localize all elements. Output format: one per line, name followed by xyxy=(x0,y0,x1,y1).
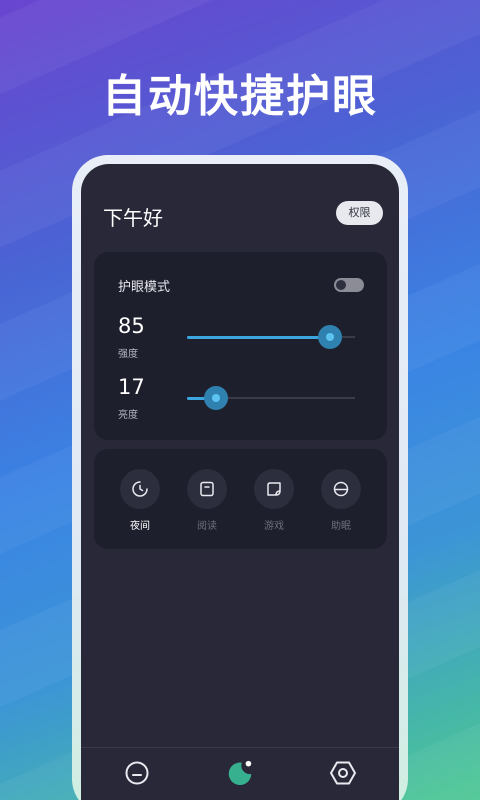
book-icon xyxy=(187,469,227,509)
mode-sleep[interactable]: 助眠 xyxy=(311,469,371,532)
mode-label: 游戏 xyxy=(264,521,284,532)
moon-icon xyxy=(228,760,252,786)
intensity-value: 85 xyxy=(118,314,145,338)
permission-button[interactable]: 权限 xyxy=(336,201,383,225)
brightness-value: 17 xyxy=(118,375,145,399)
brightness-slider-thumb[interactable] xyxy=(203,386,228,410)
nav-item-eye-care[interactable] xyxy=(225,758,255,788)
bottom-nav xyxy=(81,747,399,800)
intensity-slider-fill xyxy=(187,335,330,339)
mode-card: 夜间 阅读 游戏 助眠 xyxy=(94,449,387,549)
mode-reading[interactable]: 阅读 xyxy=(177,469,237,532)
nav-item-home[interactable] xyxy=(122,758,152,788)
minus-circle-icon xyxy=(125,761,149,785)
eye-mode-title: 护眼模式 xyxy=(118,280,171,295)
headline: 自动快捷护眼 xyxy=(102,71,378,122)
sleep-icon xyxy=(321,469,361,509)
brightness-label: 亮度 xyxy=(118,410,138,421)
app-screen: 下午好 权限 护眼模式 85 强度 17 亮度 夜间 阅读 游戏 助眠 xyxy=(81,164,399,800)
intensity-slider-thumb[interactable] xyxy=(317,325,342,349)
mode-label: 阅读 xyxy=(197,521,217,532)
moon-clock-icon xyxy=(120,469,160,509)
nav-item-settings[interactable] xyxy=(328,758,358,788)
toggle-knob xyxy=(336,280,346,290)
mode-gaming[interactable]: 游戏 xyxy=(244,469,304,532)
game-icon xyxy=(254,469,294,509)
intensity-label: 强度 xyxy=(118,349,138,360)
eye-mode-toggle[interactable] xyxy=(334,278,364,292)
eye-mode-card: 护眼模式 85 强度 17 亮度 xyxy=(94,252,387,440)
settings-hex-icon xyxy=(330,761,356,785)
mode-night[interactable]: 夜间 xyxy=(110,469,170,532)
intensity-slider[interactable] xyxy=(187,325,355,349)
phone-frame: 下午好 权限 护眼模式 85 强度 17 亮度 夜间 阅读 游戏 助眠 xyxy=(72,155,408,800)
mode-label: 助眠 xyxy=(331,521,351,532)
brightness-slider[interactable] xyxy=(187,386,355,410)
mode-label: 夜间 xyxy=(130,521,150,532)
greeting-title: 下午好 xyxy=(103,206,163,230)
